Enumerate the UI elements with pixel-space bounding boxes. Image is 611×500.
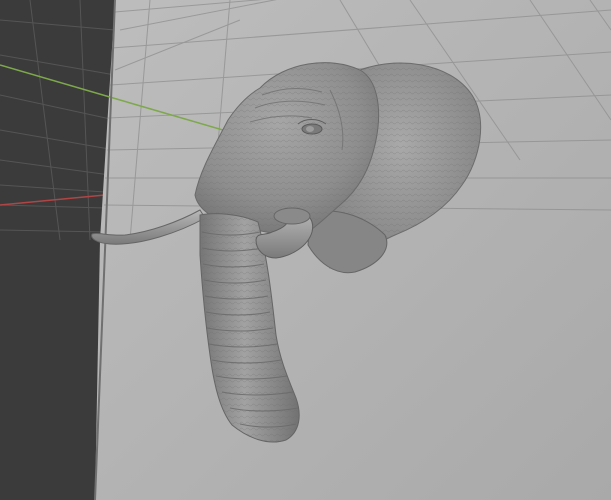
3d-viewport[interactable] (0, 0, 611, 500)
tusk-sheath (273, 207, 311, 225)
viewport-canvas[interactable] (0, 0, 611, 500)
